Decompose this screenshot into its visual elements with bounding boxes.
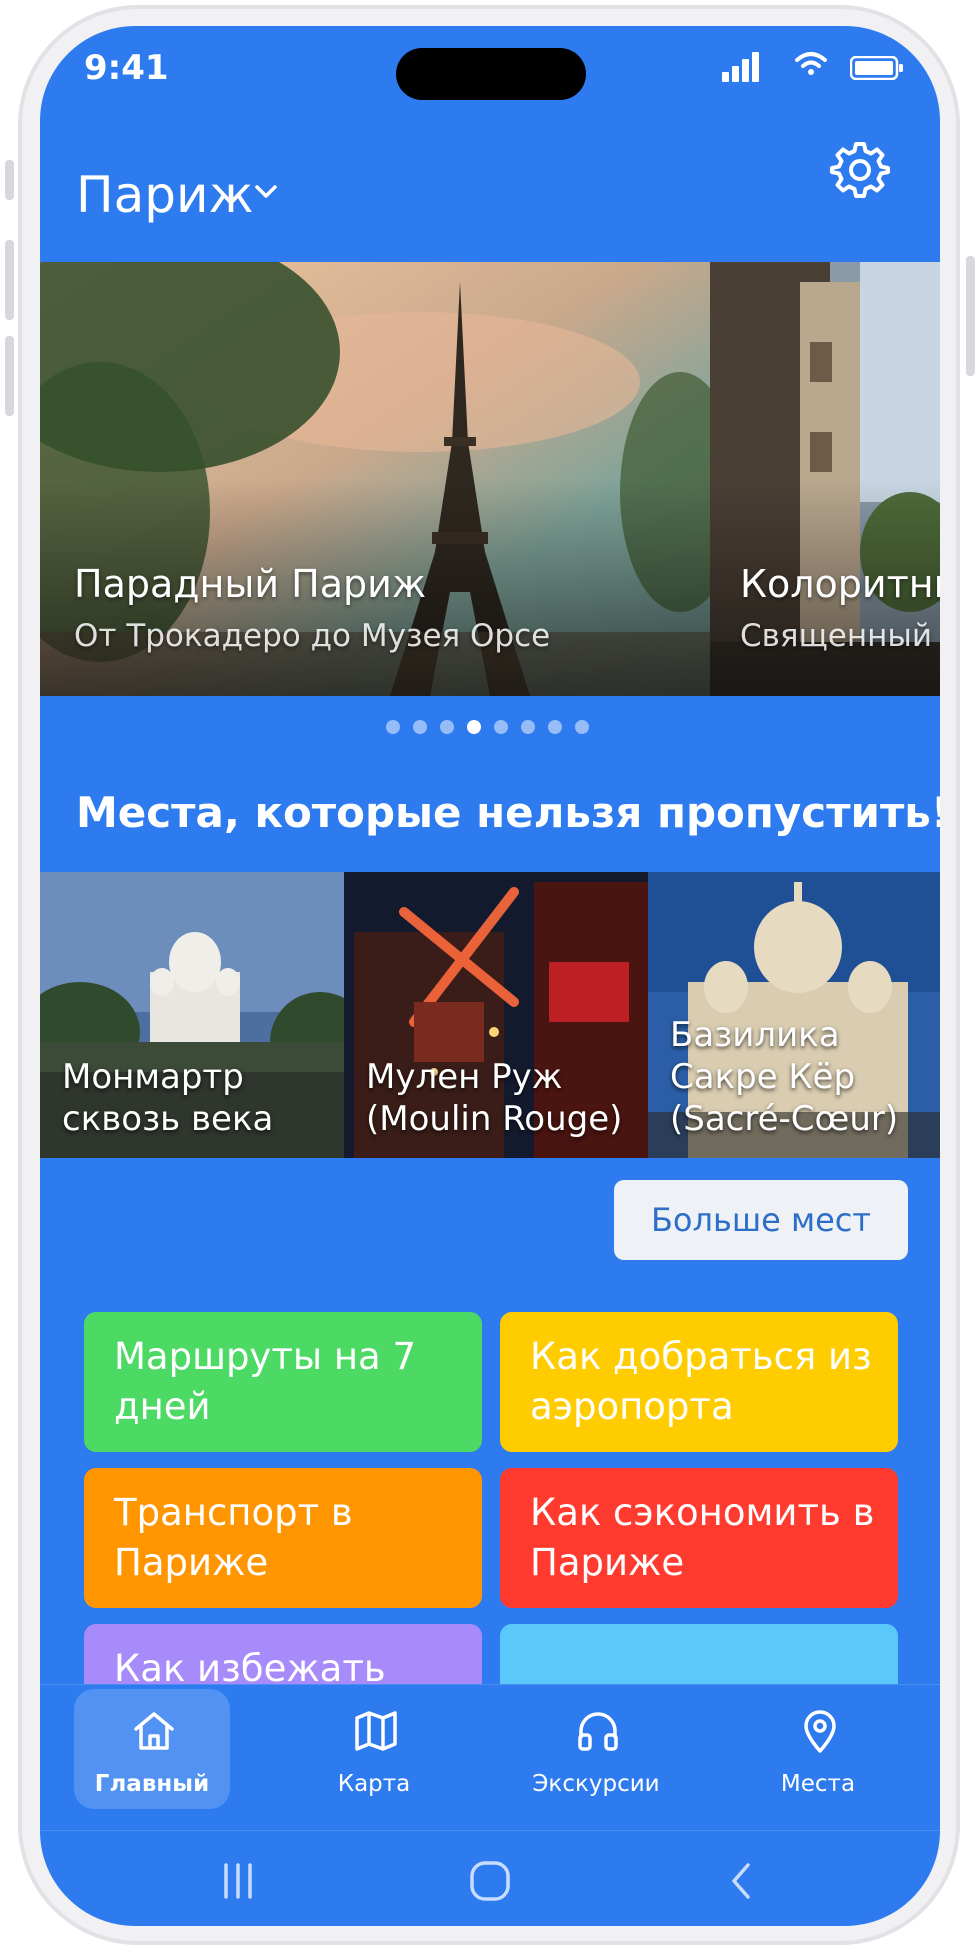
place-label: Базилика Сакре Кёр (Sacré-Cœur) <box>670 1015 899 1139</box>
section-title: Места, которые нельзя пропустить! <box>76 788 940 837</box>
tab-map[interactable]: Карта <box>296 1689 452 1809</box>
bottom-tab-bar: Главный Карта Экскурсии Места <box>40 1684 940 1830</box>
tile-save-money[interactable]: Как сэкономить в Париже <box>500 1468 898 1608</box>
volume-down-button <box>5 336 14 416</box>
headphones-icon <box>578 1712 618 1751</box>
status-bar: 9:41 <box>40 26 940 116</box>
pagination-dot[interactable] <box>548 720 562 734</box>
tile-label: Как добраться из аэропорта <box>530 1335 872 1428</box>
battery-icon <box>850 56 903 80</box>
tile-label: Транспорт в Париже <box>114 1491 353 1584</box>
chevron-down-icon[interactable] <box>254 184 278 200</box>
places-row: Монмартр сквозь века Мулен Руж (Moulin R… <box>40 872 940 1158</box>
status-time: 9:41 <box>84 48 169 88</box>
app-screen: 9:41 Париж Парадный Париж От Трокадеро д… <box>40 26 940 1926</box>
pagination-dot[interactable] <box>494 720 508 734</box>
slide-title: Колоритны <box>740 562 940 606</box>
signal-icon <box>722 52 759 82</box>
wifi-icon <box>795 52 827 75</box>
pagination-dot[interactable] <box>440 720 454 734</box>
home-button-icon[interactable] <box>468 1859 512 1903</box>
more-places-button[interactable]: Больше мест <box>614 1180 908 1260</box>
slide-title: Парадный Париж <box>74 562 427 606</box>
recent-apps-icon[interactable] <box>218 1861 258 1901</box>
carousel-slide[interactable]: Колоритны Священный <box>710 262 940 696</box>
place-card[interactable]: Монмартр сквозь века <box>40 872 344 1158</box>
tab-label: Главный <box>94 1771 210 1797</box>
dynamic-island <box>396 48 586 100</box>
tab-tours[interactable]: Экскурсии <box>518 1689 674 1809</box>
place-label: Монмартр сквозь века <box>62 1057 274 1139</box>
tile-label: Как сэкономить в Париже <box>530 1491 875 1584</box>
place-card[interactable]: Мулен Руж (Moulin Rouge) <box>344 872 648 1158</box>
tile-airport[interactable]: Как добраться из аэропорта <box>500 1312 898 1452</box>
location-pin-icon <box>804 1710 836 1753</box>
app-header: Париж <box>40 136 940 246</box>
back-icon[interactable] <box>724 1861 756 1901</box>
tile-label: Маршруты на 7 дней <box>114 1335 417 1428</box>
place-label: Мулен Руж (Moulin Rouge) <box>366 1057 623 1139</box>
featured-carousel[interactable]: Парадный Париж От Трокадеро до Музея Орс… <box>40 262 940 696</box>
action-button <box>5 160 14 200</box>
slide-subtitle: Священный <box>740 618 932 654</box>
pagination-dot[interactable] <box>575 720 589 734</box>
tab-label: Экскурсии <box>532 1771 660 1797</box>
system-navigation-bar <box>40 1830 940 1926</box>
volume-up-button <box>5 240 14 320</box>
gear-icon[interactable] <box>830 140 890 200</box>
home-icon <box>134 1712 174 1750</box>
power-button <box>966 256 975 376</box>
tab-label: Места <box>780 1771 856 1797</box>
tab-home[interactable]: Главный <box>74 1689 230 1809</box>
tile-routes[interactable]: Маршруты на 7 дней <box>84 1312 482 1452</box>
pagination-dot[interactable] <box>386 720 400 734</box>
tab-places[interactable]: Места <box>740 1689 896 1809</box>
pagination-dot[interactable] <box>413 720 427 734</box>
map-icon <box>355 1711 397 1751</box>
carousel-slide[interactable]: Парадный Париж От Трокадеро до Музея Орс… <box>40 262 710 696</box>
tile-transport[interactable]: Транспорт в Париже <box>84 1468 482 1608</box>
city-selector[interactable]: Париж <box>76 166 254 224</box>
place-card[interactable]: Базилика Сакре Кёр (Sacré-Cœur) <box>648 872 940 1158</box>
tab-label: Карта <box>337 1771 411 1797</box>
pagination-dot[interactable] <box>521 720 535 734</box>
pagination-dot[interactable] <box>467 720 481 734</box>
slide-subtitle: От Трокадеро до Музея Орсе <box>74 618 551 654</box>
